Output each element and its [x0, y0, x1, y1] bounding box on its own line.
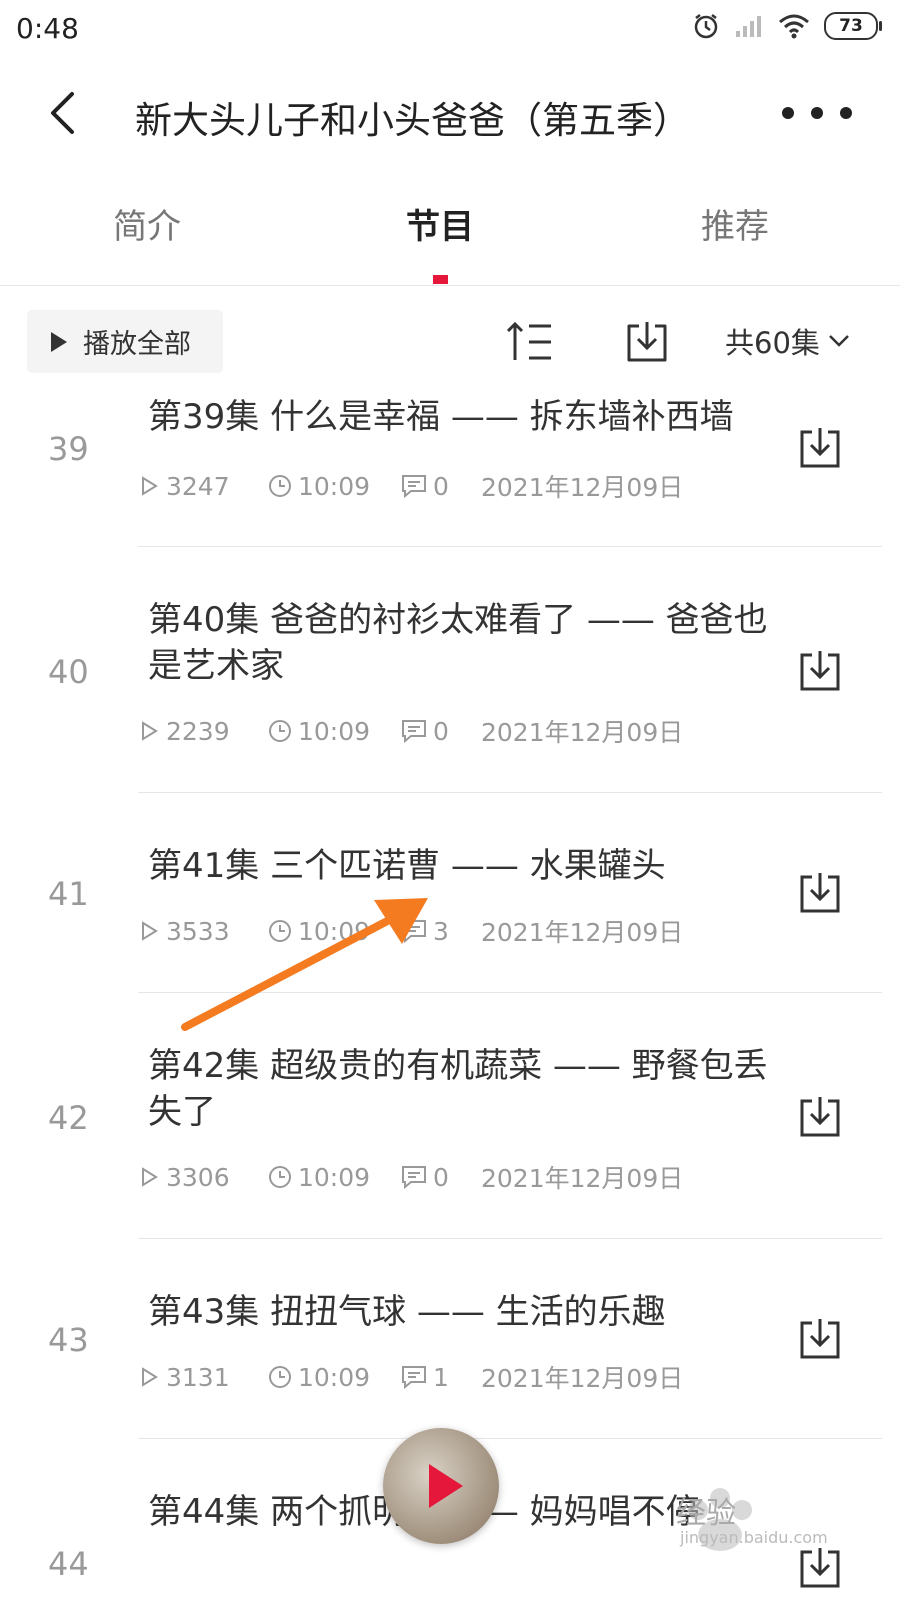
back-button[interactable] [38, 88, 88, 138]
episode-item[interactable]: 39 第39集 什么是幸福 —— 拆东墙补西墙 3247 10:09 0 202… [0, 380, 900, 546]
comment-count: 1 [433, 1362, 449, 1392]
episode-toolbar: 播放全部 共60集 [0, 300, 900, 390]
comment-count: 0 [433, 716, 449, 746]
episode-item[interactable]: 40 第40集 爸爸的衬衫太难看了 —— 爸爸也是艺术家 2239 10:09 … [0, 547, 900, 793]
play-count-icon [142, 1167, 158, 1187]
comment-count: 0 [433, 471, 449, 501]
episode-count-label: 共60集 [725, 326, 820, 360]
alarm-icon [694, 14, 718, 39]
download-icon[interactable] [796, 424, 844, 472]
episode-meta: 3247 10:09 0 2021年12月09日 [138, 468, 683, 504]
page-title: 新大头儿子和小头爸爸（第五季） [135, 99, 690, 142]
download-icon[interactable] [796, 647, 844, 695]
play-count: 3247 [166, 471, 230, 501]
download-icon[interactable] [796, 1093, 844, 1141]
episode-number: 40 [48, 653, 89, 691]
duration: 10:09 [298, 471, 371, 501]
episode-meta: 3533 10:09 3 2021年12月09日 [138, 913, 683, 949]
episode-list: 39 第39集 什么是幸福 —— 拆东墙补西墙 3247 10:09 0 202… [0, 380, 900, 1600]
clock-icon [269, 1366, 291, 1388]
play-icon [51, 331, 67, 352]
play-count-icon [142, 921, 158, 941]
episode-title: 第41集 三个匹诺曹 —— 水果罐头 [148, 846, 666, 886]
episode-title: 第39集 什么是幸福 —— 拆东墙补西墙 [148, 397, 734, 437]
episode-item[interactable]: 42 第42集 超级贵的有机蔬菜 —— 野餐包丢失了 3306 10:09 0 … [0, 993, 900, 1239]
publish-date: 2021年12月09日 [481, 918, 684, 947]
back-arrow-icon [51, 92, 74, 134]
tab-episodes[interactable]: 节目 [340, 199, 540, 248]
comment-icon [402, 720, 426, 743]
publish-date: 2021年12月09日 [481, 473, 684, 502]
duration: 10:09 [298, 716, 371, 746]
episode-number: 42 [48, 1099, 89, 1137]
wifi-icon [779, 14, 809, 39]
comment-icon [402, 920, 426, 943]
episode-meta: 3131 10:09 1 2021年12月09日 [138, 1359, 683, 1395]
status-icons: 73 [692, 12, 882, 40]
play-count: 3306 [166, 1162, 230, 1192]
play-count: 3533 [166, 916, 230, 946]
comment-icon [402, 475, 426, 498]
episode-item[interactable]: 41 第41集 三个匹诺曹 —— 水果罐头 3533 10:09 3 2021年… [0, 793, 900, 993]
clock-icon [269, 1166, 291, 1188]
play-count: 3131 [166, 1362, 230, 1392]
episode-meta: 3306 10:09 0 2021年12月09日 [138, 1159, 683, 1195]
episode-number: 41 [48, 875, 89, 913]
chevron-down-icon [829, 335, 849, 347]
watermark-url: jingyan.baidu.com [680, 1528, 828, 1547]
episode-title: 第42集 超级贵的有机蔬菜 —— 野餐包丢失了 [148, 1046, 768, 1132]
comment-count: 0 [433, 1162, 449, 1192]
play-count: 2239 [166, 716, 230, 746]
duration: 10:09 [298, 1362, 371, 1392]
episode-meta: 2239 10:09 0 2021年12月09日 [138, 713, 683, 749]
more-dot-icon [811, 107, 823, 119]
episode-count-dropdown[interactable]: 共60集 [725, 320, 850, 362]
clock-icon [269, 475, 291, 497]
more-options-button[interactable] [782, 98, 852, 128]
download-icon[interactable] [796, 1315, 844, 1363]
duration: 10:09 [298, 1162, 371, 1192]
tab-intro[interactable]: 简介 [47, 199, 247, 248]
download-icon[interactable] [796, 869, 844, 917]
more-dot-icon [840, 107, 852, 119]
play-count-icon [142, 721, 158, 741]
signal-icon [736, 16, 761, 37]
status-time: 0:48 [16, 12, 79, 45]
tab-recommend[interactable]: 推荐 [635, 199, 835, 248]
episode-item[interactable]: 43 第43集 扭扭气球 —— 生活的乐趣 3131 10:09 1 2021年… [0, 1239, 900, 1439]
episode-title: 第43集 扭扭气球 —— 生活的乐趣 [148, 1292, 666, 1332]
clock-icon [269, 920, 291, 942]
episode-title: 第40集 爸爸的衬衫太难看了 —— 爸爸也是艺术家 [148, 600, 768, 686]
episode-number: 43 [48, 1321, 89, 1359]
play-all-button[interactable]: 播放全部 [27, 310, 223, 373]
duration: 10:09 [298, 916, 371, 946]
download-all-icon[interactable] [623, 318, 671, 366]
publish-date: 2021年12月09日 [481, 1164, 684, 1193]
play-count-icon [142, 476, 158, 496]
comment-icon [402, 1366, 426, 1389]
comment-count: 3 [433, 916, 449, 946]
play-count-icon [142, 1367, 158, 1387]
watermark-text: 经验 [676, 1496, 736, 1531]
episode-number: 39 [48, 430, 89, 468]
active-tab-indicator [433, 275, 448, 284]
play-icon [429, 1464, 463, 1508]
comment-icon [402, 1166, 426, 1189]
mini-player-button[interactable] [383, 1428, 499, 1544]
battery-icon: 73 [824, 12, 882, 40]
status-bar: 0:48 73 [0, 0, 900, 60]
clock-icon [269, 720, 291, 742]
tab-bar: 简介 节目 推荐 [0, 175, 900, 286]
more-dot-icon [782, 107, 794, 119]
title-bar: 新大头儿子和小头爸爸（第五季） [0, 70, 900, 160]
publish-date: 2021年12月09日 [481, 718, 684, 747]
episode-number: 44 [48, 1545, 89, 1583]
sort-order-icon[interactable] [505, 318, 555, 366]
publish-date: 2021年12月09日 [481, 1364, 684, 1393]
play-all-label: 播放全部 [83, 329, 191, 360]
